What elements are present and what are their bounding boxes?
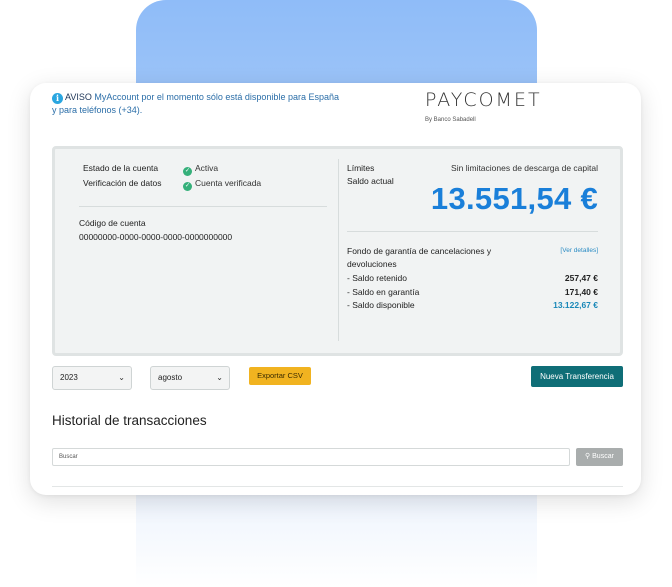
account-code-label: Código de cuenta [79,218,146,228]
availability-notice: i AVISO MyAccount por el momento sólo est… [52,91,342,117]
guarantee-fund-label: Fondo de garantía de cancelaciones y dev… [347,246,492,269]
hero-background-fade [136,495,537,587]
left-divider [79,206,327,207]
verification-text: Cuenta verificada [195,178,262,188]
right-divider [347,231,598,232]
notice-text: MyAccount por el momento sólo está dispo… [52,92,339,115]
guarantee-balance-label: - Saldo en garantía [347,287,420,297]
chevron-down-icon: ⌄ [216,373,223,382]
month-select[interactable]: agosto ⌄ [150,366,230,390]
available-balance-label: - Saldo disponible [347,300,415,310]
info-icon: i [52,93,63,104]
logo-subtitle: By Banco Sabadell [425,117,476,123]
search-button-label: Buscar [592,453,614,460]
month-select-value: agosto [158,373,183,382]
account-summary-panel: Estado de la cuenta ✓ Activa Verificación… [52,146,623,356]
guarantee-balance-value: 171,40 € [564,287,598,297]
table-top-rule [52,486,623,487]
account-card: i AVISO MyAccount por el momento sólo est… [30,83,641,495]
check-icon: ✓ [183,167,192,176]
search-input[interactable]: Buscar [52,448,570,466]
new-transfer-button[interactable]: Nueva Transferencia [531,366,623,387]
verification-value: ✓ Cuenta verificada [183,178,261,191]
account-status-value: ✓ Activa [183,163,218,176]
view-details-link[interactable]: [Ver detalles] [560,247,598,254]
year-select-value: 2023 [60,373,78,382]
paycomet-logo: PAYCOMET By Banco Sabadell [425,89,555,123]
limits-label: Límites [347,163,375,173]
current-balance-label: Saldo actual [347,176,394,186]
retained-balance-value: 257,47 € [564,273,598,283]
search-button[interactable]: ⚲ Buscar [576,448,623,466]
retained-balance-label: - Saldo retenido [347,273,408,283]
chevron-down-icon: ⌄ [118,373,125,382]
logo-text: PAYCOMET [425,89,542,111]
available-balance-value: 13.122,67 € [553,300,598,310]
account-status-text: Activa [195,163,219,173]
column-divider [338,159,339,341]
notice-label: AVISO [65,92,92,102]
current-balance-value: 13.551,54 € [430,181,598,216]
export-csv-button[interactable]: Exportar CSV [249,367,311,385]
limits-value: Sin limitaciones de descarga de capital [451,163,598,173]
history-title: Historial de transacciones [52,413,207,428]
account-status-label: Estado de la cuenta [83,163,159,173]
account-code-value: 00000000-0000-0000-0000-0000000000 [79,232,233,242]
search-icon: ⚲ [585,453,591,460]
verification-label: Verificación de datos [83,178,162,188]
year-select[interactable]: 2023 ⌄ [52,366,132,390]
check-icon: ✓ [183,182,192,191]
